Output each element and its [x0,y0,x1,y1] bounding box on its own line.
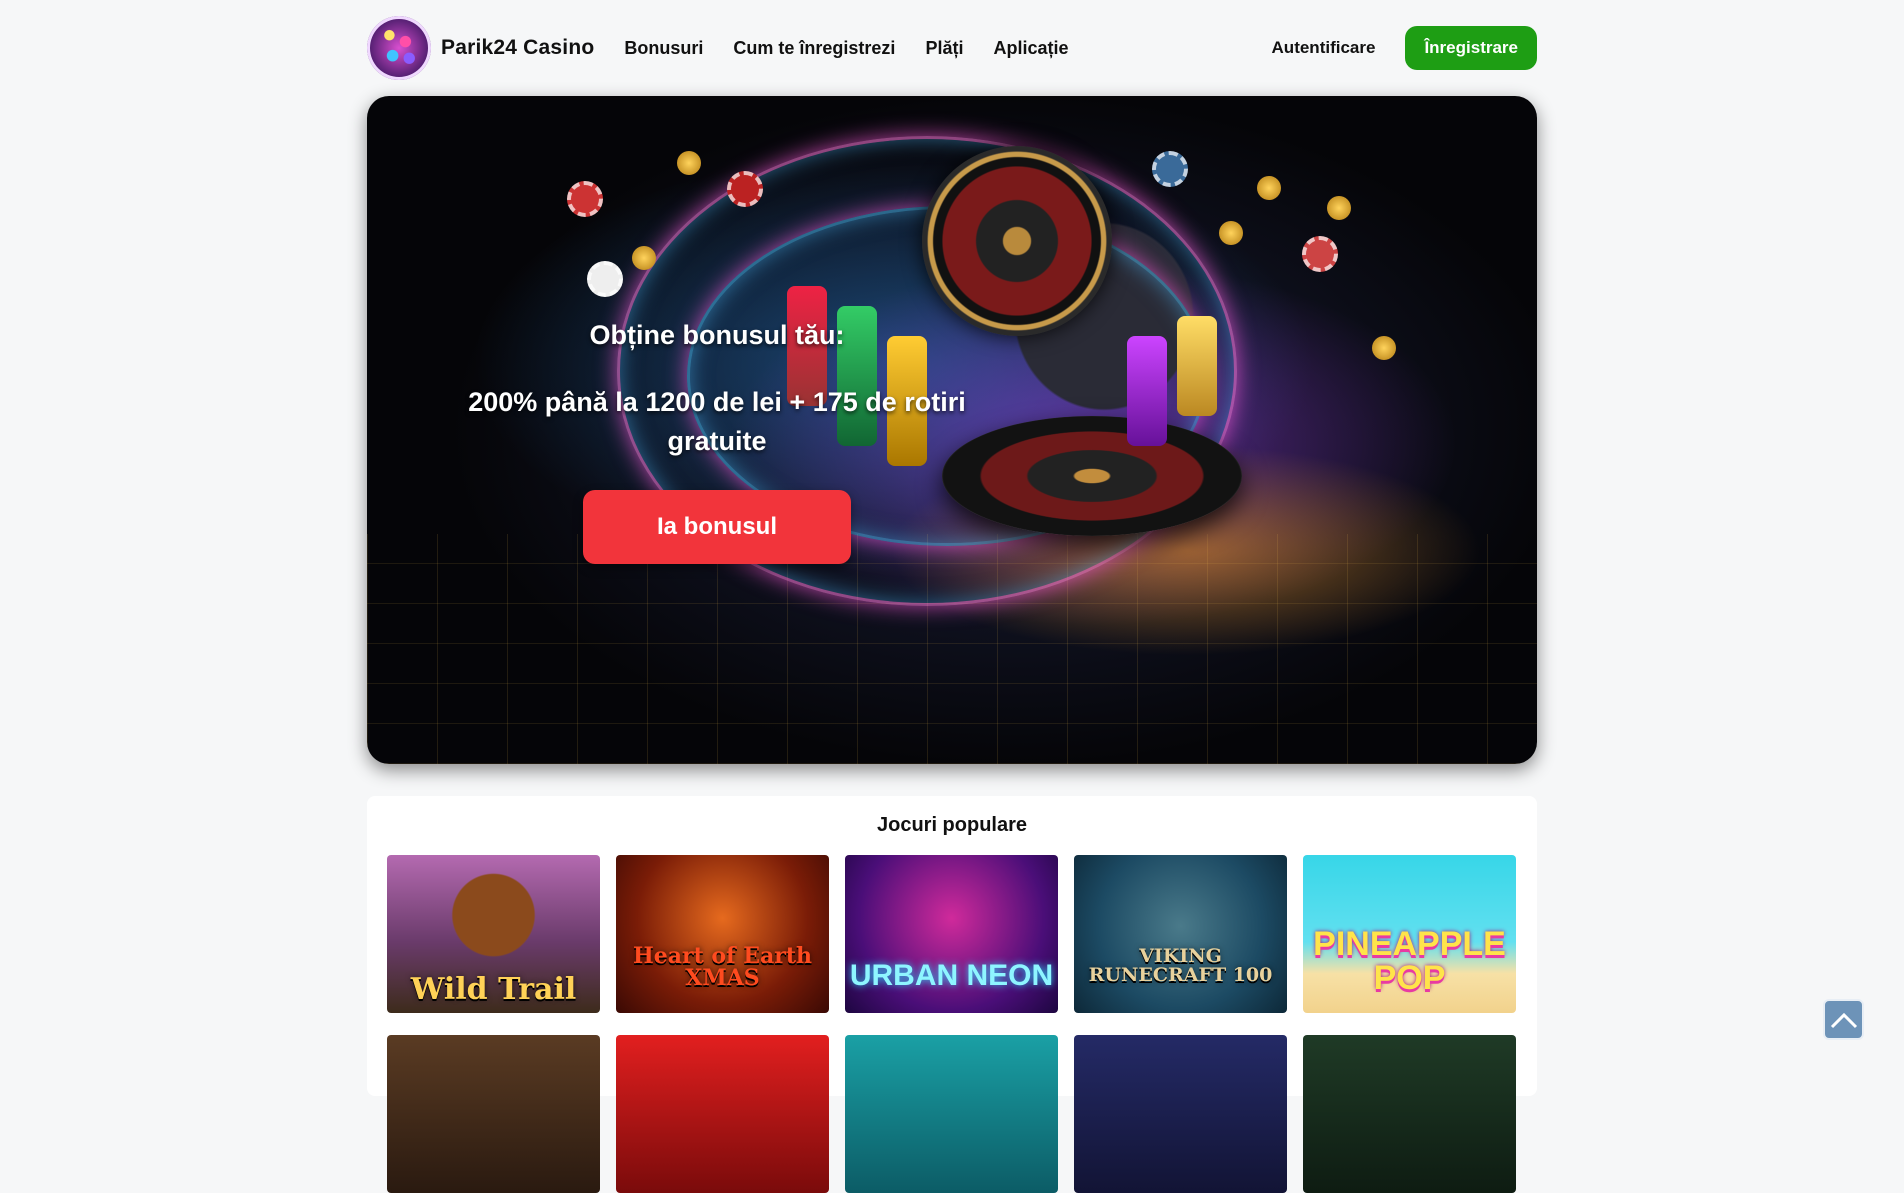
game-title: PINEAPPLE POP [1313,925,1506,997]
get-bonus-button[interactable]: Ia bonusul [583,490,851,564]
brand-name: Parik24 Casino [441,36,595,59]
hero-content: Obține bonusul tău: 200% până la 1200 de… [367,96,1067,764]
game-tile[interactable] [1074,1035,1287,1193]
game-tile[interactable]: VIKING RUNECRAFT 100 [1074,855,1287,1013]
games-grid: Wild Trail Heart of Earth XMAS URBAN NEO… [367,855,1537,1193]
hero-banner: Obține bonusul tău: 200% până la 1200 de… [367,96,1537,764]
section-title: Jocuri populare [876,814,1028,836]
chip-stack [1127,336,1167,446]
chip-stack [1177,316,1217,416]
gold-coin [1257,176,1281,200]
game-title: Wild Trail [410,972,577,1007]
nav-item-app[interactable]: Aplicație [993,38,1068,59]
register-button[interactable]: Înregistrare [1405,26,1537,70]
game-tile[interactable] [616,1035,829,1193]
login-button[interactable]: Autentificare [1272,38,1376,58]
nav-item-registration[interactable]: Cum te înregistrezi [733,38,895,59]
game-tile[interactable]: URBAN NEON [845,855,1058,1013]
hero-offer-text: 200% până la 1200 de lei + 175 de rotiri… [468,387,966,456]
scroll-to-top-button[interactable] [1823,999,1864,1040]
game-title: VIKING RUNECRAFT 100 [1088,945,1273,986]
game-tile[interactable] [387,1035,600,1193]
game-title: URBAN NEON [849,959,1054,992]
hero-title: Obține bonusul tău: [589,320,845,350]
auth-actions: Autentificare Înregistrare [1272,26,1537,70]
casino-logo-icon [367,16,431,80]
chevron-up-icon [1830,1012,1857,1028]
site-header: Parik24 Casino Bonusuri Cum te înregistr… [367,0,1537,96]
casino-chip [1302,236,1338,272]
main-nav: Bonusuri Cum te înregistrezi Plăți Aplic… [624,38,1068,59]
game-tile[interactable]: Heart of Earth XMAS [616,855,829,1013]
gold-coin [1372,336,1396,360]
gold-coin [1219,221,1243,245]
game-tile[interactable] [1303,1035,1516,1193]
game-title: Heart of Earth XMAS [632,943,813,991]
popular-games-section: Jocuri populare Wild Trail Heart of Eart… [367,796,1537,1193]
game-tile[interactable]: Wild Trail [387,855,600,1013]
game-tile[interactable] [845,1035,1058,1193]
brand-logo-link[interactable]: Parik24 Casino [367,16,594,80]
nav-item-bonusuri[interactable]: Bonusuri [624,38,703,59]
game-tile[interactable]: PINEAPPLE POP [1303,855,1516,1013]
gold-coin [1327,196,1351,220]
nav-item-payments[interactable]: Plăți [925,38,963,59]
casino-chip [1152,151,1188,187]
